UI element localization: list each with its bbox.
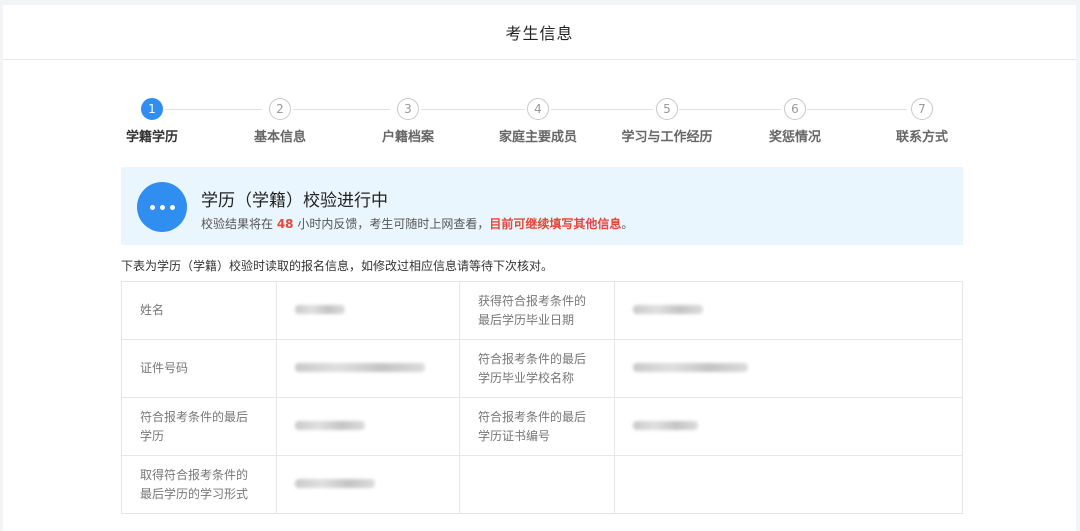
notice-text-end: 。 <box>621 217 634 231</box>
step-progress: 1 学籍学历 2 基本信息 3 户籍档案 4 家庭主要成员 5 学习与工作经历 … <box>3 95 1076 155</box>
notice-text-middle: 小时内反馈，考生可随时上网查看， <box>293 217 490 231</box>
step-label: 基本信息 <box>253 130 306 145</box>
step-label: 联系方式 <box>895 130 948 145</box>
notice-hours: 48 <box>276 217 294 231</box>
step-3[interactable]: 3 户籍档案 <box>353 95 463 145</box>
field-value-redacted <box>276 397 460 456</box>
notice-title: 学历（学籍）校验进行中 <box>201 191 388 211</box>
field-value-redacted <box>276 455 460 514</box>
field-value-redacted <box>276 281 460 340</box>
field-label: 姓名 <box>121 281 277 340</box>
step-4[interactable]: 4 家庭主要成员 <box>483 95 593 145</box>
step-6[interactable]: 6 奖惩情况 <box>740 95 850 145</box>
page-title: 考生信息 <box>505 24 574 43</box>
field-value-redacted <box>614 397 963 456</box>
field-label: 符合报考条件的最后学历证书编号 <box>459 397 615 456</box>
page: 考生信息 1 学籍学历 2 基本信息 3 户籍档案 4 家庭主要成员 5 学习与… <box>3 5 1076 531</box>
field-label: 符合报考条件的最后学历 <box>121 397 277 456</box>
step-number: 4 <box>527 98 549 120</box>
step-2[interactable]: 2 基本信息 <box>225 95 335 145</box>
field-value-redacted <box>276 339 460 398</box>
notice-text: 校验结果将在 48 小时内反馈，考生可随时上网查看，目前可继续填写其他信息。 <box>201 215 633 232</box>
step-label: 学习与工作经历 <box>621 130 713 145</box>
step-number: 5 <box>656 98 678 120</box>
table-row: 证件号码 符合报考条件的最后学历毕业学校名称 <box>121 339 963 398</box>
field-label: 获得符合报考条件的最后学历毕业日期 <box>459 281 615 340</box>
step-number: 1 <box>141 98 163 120</box>
step-number: 6 <box>784 98 806 120</box>
field-value-redacted <box>614 339 963 398</box>
step-number: 3 <box>397 98 419 120</box>
empty-cell <box>614 455 963 514</box>
more-dots-icon <box>137 182 187 232</box>
applicant-info-table: 姓名 获得符合报考条件的最后学历毕业日期 证件号码 符合报考条件的最后学历毕业学… <box>121 281 963 514</box>
field-label: 证件号码 <box>121 339 277 398</box>
notice-text-before: 校验结果将在 <box>201 217 277 231</box>
step-label: 学籍学历 <box>125 130 178 145</box>
step-label: 户籍档案 <box>381 130 434 145</box>
table-row: 符合报考条件的最后学历 符合报考条件的最后学历证书编号 <box>121 397 963 456</box>
table-description: 下表为学历（学籍）校验时读取的报名信息，如修改过相应信息请等待下次核对。 <box>121 259 554 273</box>
field-label <box>459 455 615 514</box>
step-1[interactable]: 1 学籍学历 <box>97 95 207 145</box>
table-row: 姓名 获得符合报考条件的最后学历毕业日期 <box>121 281 963 340</box>
step-7[interactable]: 7 联系方式 <box>867 95 977 145</box>
field-value-redacted <box>614 281 963 340</box>
table-row: 取得符合报考条件的最后学历的学习形式 <box>121 455 963 514</box>
step-label: 家庭主要成员 <box>498 130 577 145</box>
page-header: 考生信息 <box>3 5 1076 60</box>
step-label: 奖惩情况 <box>768 130 821 145</box>
field-label: 符合报考条件的最后学历毕业学校名称 <box>459 339 615 398</box>
step-number: 2 <box>269 98 291 120</box>
step-number: 7 <box>911 98 933 120</box>
verification-notice: 学历（学籍）校验进行中 校验结果将在 48 小时内反馈，考生可随时上网查看，目前… <box>121 167 963 245</box>
notice-warning: 目前可继续填写其他信息 <box>489 217 622 231</box>
field-label: 取得符合报考条件的最后学历的学习形式 <box>121 455 277 514</box>
step-5[interactable]: 5 学习与工作经历 <box>612 95 722 145</box>
